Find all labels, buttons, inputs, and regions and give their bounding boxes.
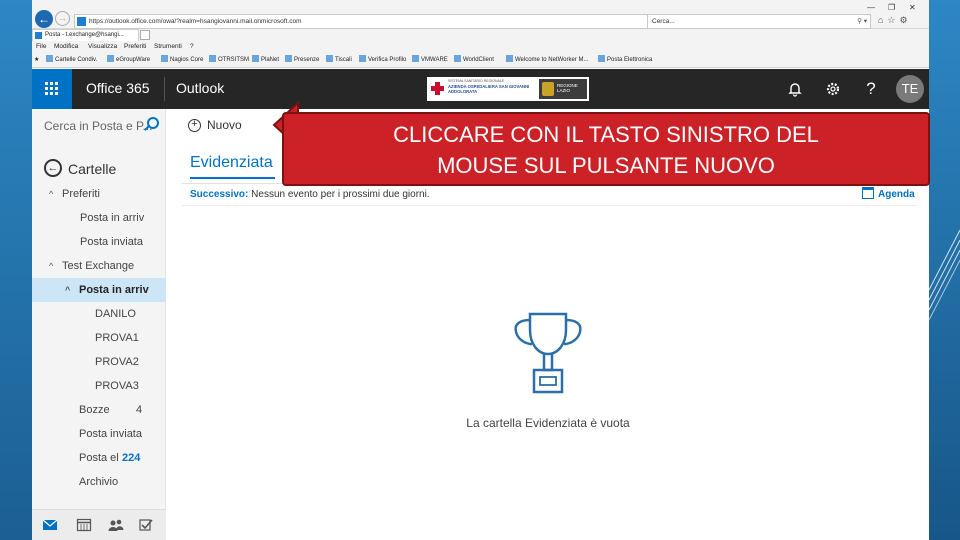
unread-count: 4 xyxy=(136,404,143,416)
plus-circle-icon[interactable]: + xyxy=(188,119,201,132)
back-button[interactable]: ← xyxy=(35,10,53,28)
new-tab-button[interactable] xyxy=(140,30,150,40)
folder-archivio[interactable]: Archivio xyxy=(32,470,166,494)
trophy-icon xyxy=(514,312,582,394)
favorite-item[interactable]: OTRSITSM xyxy=(209,53,249,68)
cross-logo-icon xyxy=(431,82,444,95)
search-dropdown-icon[interactable]: ⚲ ▾ xyxy=(857,15,867,28)
back-arrow-icon[interactable]: ← xyxy=(44,159,62,177)
avatar[interactable]: TE xyxy=(896,75,924,103)
favorite-item[interactable]: PlaNet xyxy=(252,53,279,68)
browser-window: ← → https://outlook.office.com/owa/?real… xyxy=(32,0,929,540)
mail-search-input[interactable]: Cerca in Posta e P... xyxy=(44,119,153,133)
hospital-logo: SISTEMA SANITARIO REGIONALE AZIENDA OSPE… xyxy=(427,77,589,101)
favorite-item[interactable]: Verifica Profilo xyxy=(359,53,406,68)
mail-icon[interactable] xyxy=(42,518,58,532)
address-bar[interactable]: https://outlook.office.com/owa/?realm=hs… xyxy=(74,14,678,29)
bell-icon[interactable] xyxy=(785,79,805,99)
menu-modifica[interactable]: Modifica xyxy=(54,41,78,53)
forward-button[interactable]: → xyxy=(55,11,70,26)
divider xyxy=(182,205,917,206)
gear-icon[interactable] xyxy=(823,79,843,99)
region-logo: REGIONE LAZIO xyxy=(539,79,587,99)
outlook-tab-icon xyxy=(35,32,42,39)
menu-strumenti[interactable]: Strumenti xyxy=(154,41,182,53)
unread-count: 224 xyxy=(122,452,141,464)
close-icon[interactable]: ✕ xyxy=(909,3,916,12)
tab-posta[interactable]: Posta - t.exchange@hsangi... xyxy=(32,29,139,41)
callout-line-2: MOUSE SUL PULSANTE NUOVO xyxy=(437,153,775,178)
office365-header: Office 365 Outlook SISTEMA SANITARIO REG… xyxy=(32,69,929,109)
search-icon[interactable] xyxy=(142,116,159,132)
favorite-item[interactable]: Presenze xyxy=(285,53,319,68)
slide-background-left xyxy=(0,0,32,540)
people-icon[interactable] xyxy=(108,518,124,532)
favorites-bar: ★ Cartelle Condiv. eGroupWare Nagios Cor… xyxy=(32,53,929,68)
help-icon[interactable]: ? xyxy=(861,79,881,99)
menu-visualizza[interactable]: Visualizza xyxy=(88,41,117,53)
module-switcher xyxy=(32,509,166,540)
restore-icon[interactable]: ❐ xyxy=(888,3,895,12)
folder-danilo[interactable]: DANILO xyxy=(32,302,166,326)
callout-line-1: CLICCARE CON IL TASTO SINISTRO DEL xyxy=(393,122,819,147)
folder-sent-fav[interactable]: Posta inviata xyxy=(32,230,166,254)
favorite-item[interactable]: Cartelle Condiv. xyxy=(46,53,97,68)
folder-inbox-fav[interactable]: Posta in arriv xyxy=(32,206,166,230)
folder-bozze[interactable]: Bozze 4 xyxy=(32,398,166,422)
minimize-icon[interactable]: — xyxy=(867,3,875,12)
agenda-link[interactable]: Agenda xyxy=(878,189,915,200)
calendar-icon[interactable] xyxy=(76,518,92,532)
home-star-gear-icons[interactable]: ⌂☆⚙ xyxy=(878,15,912,26)
site-favicon xyxy=(77,17,86,26)
chevron-up-icon[interactable]: ^ xyxy=(49,182,53,206)
browser-search-input[interactable]: Cerca... ⚲ ▾ xyxy=(647,14,871,29)
favorites-star-icon[interactable]: ★ xyxy=(34,53,39,68)
chevron-up-icon[interactable]: ^ xyxy=(49,254,53,278)
folder-prova3[interactable]: PROVA3 xyxy=(32,374,166,398)
region-crest-icon xyxy=(542,82,554,96)
menu-file[interactable]: File xyxy=(36,41,46,53)
folder-sent[interactable]: Posta inviata xyxy=(32,422,166,446)
favorite-item[interactable]: Welcome to NetWorker M... xyxy=(506,53,588,68)
instruction-callout: CLICCARE CON IL TASTO SINISTRO DEL MOUSE… xyxy=(282,112,930,186)
tab-evidenziata[interactable]: Evidenziata xyxy=(190,154,273,172)
header-divider xyxy=(164,77,165,101)
decorative-lines xyxy=(929,229,960,321)
folder-inbox[interactable]: ^ Posta in arriv xyxy=(32,278,166,302)
favorite-item[interactable]: Tiscali xyxy=(326,53,352,68)
folders-heading[interactable]: Cartelle xyxy=(68,161,116,177)
active-tab-underline xyxy=(190,177,275,179)
favorite-item[interactable]: VMWARE xyxy=(412,53,448,68)
folder-pane: Cerca in Posta e P... ← Cartelle ^ Prefe… xyxy=(32,109,166,540)
upcoming-events: Successivo: Nessun evento per i prossimi… xyxy=(190,189,430,200)
chevron-up-icon[interactable]: ^ xyxy=(65,278,70,302)
browser-toolbar: ← → https://outlook.office.com/owa/?real… xyxy=(32,0,929,29)
favorite-item[interactable]: eGroupWare xyxy=(107,53,150,68)
favorite-item[interactable]: WorldClient xyxy=(454,53,494,68)
menu-bar: File Modifica Visualizza Preferiti Strum… xyxy=(32,41,929,53)
slide-background-right xyxy=(929,0,960,540)
folder-deleted[interactable]: Posta el 224 xyxy=(32,446,166,470)
folder-preferiti[interactable]: ^ Preferiti xyxy=(32,182,166,206)
empty-folder-message: La cartella Evidenziata è vuota xyxy=(466,416,630,430)
folder-test-exchange[interactable]: ^ Test Exchange xyxy=(32,254,166,278)
tab-strip: Posta - t.exchange@hsangi... xyxy=(32,29,929,41)
menu-preferiti[interactable]: Preferiti xyxy=(124,41,146,53)
address-text: https://outlook.office.com/owa/?realm=hs… xyxy=(89,18,302,25)
calendar-icon[interactable] xyxy=(862,187,874,199)
favorite-item[interactable]: Nagios Core xyxy=(161,53,203,68)
menu-help[interactable]: ? xyxy=(190,41,194,53)
folder-prova2[interactable]: PROVA2 xyxy=(32,350,166,374)
tasks-icon[interactable] xyxy=(138,518,154,532)
app-title[interactable]: Outlook xyxy=(176,80,224,96)
favorite-item[interactable]: Posta Elettronica xyxy=(598,53,652,68)
suite-title[interactable]: Office 365 xyxy=(86,80,150,96)
folder-prova1[interactable]: PROVA1 xyxy=(32,326,166,350)
new-button[interactable]: Nuovo xyxy=(207,118,242,132)
app-launcher-icon[interactable] xyxy=(32,69,72,109)
